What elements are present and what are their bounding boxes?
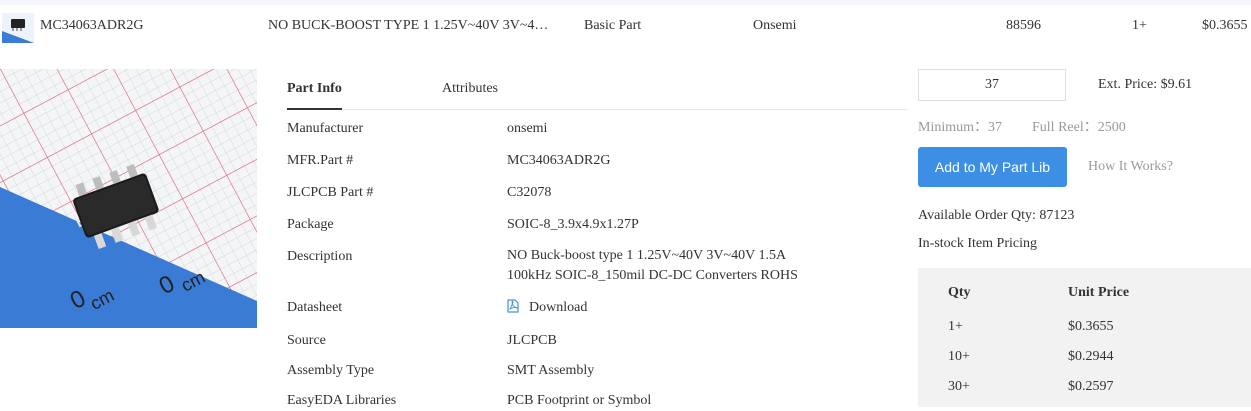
part-thumbnail[interactable] bbox=[2, 13, 34, 43]
ext-price: Ext. Price: $9.61 bbox=[1098, 77, 1193, 92]
quantity-input[interactable]: 37 bbox=[918, 69, 1066, 101]
add-to-part-lib-button[interactable]: Add to My Part Lib bbox=[918, 147, 1067, 187]
available-order-qty: Available Order Qty: 87123 bbox=[918, 208, 1075, 223]
price-row-qty: 1+ bbox=[948, 319, 963, 334]
price-row-price: $0.2597 bbox=[1068, 379, 1114, 394]
price-table-header-qty: Qty bbox=[948, 285, 971, 300]
price-table-header-unit-price: Unit Price bbox=[1068, 285, 1130, 300]
product-photo: LCSC 0 cm 0 cm bbox=[0, 69, 257, 328]
datasheet-link-text[interactable]: Download bbox=[529, 300, 587, 315]
description-line-2: 100kHz SOIC-8_150mil DC-DC Converters RO… bbox=[507, 268, 798, 283]
source-value: JLCPCB bbox=[507, 333, 557, 348]
stock-count: 88596 bbox=[1006, 18, 1041, 33]
active-tab-indicator bbox=[287, 108, 342, 110]
price-row-price: $0.3655 bbox=[1068, 319, 1114, 334]
mfr-part-value: MC34063ADR2G bbox=[507, 153, 611, 168]
manufacturer: Onsemi bbox=[753, 18, 797, 33]
min-qty: 1+ bbox=[1132, 18, 1147, 33]
jlcpcb-part-value: C32078 bbox=[507, 185, 552, 200]
assembly-type-label: Assembly Type bbox=[287, 363, 375, 378]
tab-attributes[interactable]: Attributes bbox=[442, 81, 498, 97]
price-row-price: $0.2944 bbox=[1068, 349, 1114, 364]
detail-tabs: Part Info Attributes bbox=[287, 70, 907, 110]
mfr-part-label: MFR.Part # bbox=[287, 153, 354, 168]
manufacturer-value: onsemi bbox=[507, 121, 548, 136]
minimum-qty: Minimum：37 bbox=[918, 120, 1003, 135]
assembly-type-value: SMT Assembly bbox=[507, 363, 595, 378]
search-result-row[interactable]: MC34063ADR2G NO BUCK-BOOST TYPE 1 1.25V~… bbox=[0, 5, 1251, 48]
part-number-link[interactable]: MC34063ADR2G bbox=[40, 18, 143, 34]
unit-price: $0.3655 bbox=[1202, 18, 1248, 33]
pdf-icon bbox=[507, 299, 519, 313]
datasheet-download-link[interactable]: Download bbox=[507, 298, 587, 318]
how-it-works-link[interactable]: How It Works? bbox=[1088, 159, 1173, 175]
datasheet-label: Datasheet bbox=[287, 300, 343, 315]
package-label: Package bbox=[287, 217, 334, 232]
manufacturer-label: Manufacturer bbox=[287, 121, 364, 136]
price-row-qty: 10+ bbox=[948, 349, 970, 364]
full-reel-qty: Full Reel：2500 bbox=[1032, 120, 1126, 135]
price-row-qty: 30+ bbox=[948, 379, 970, 394]
part-description: NO BUCK-BOOST TYPE 1 1.25V~40V 3V~4… bbox=[268, 18, 549, 33]
part-type: Basic Part bbox=[584, 18, 642, 33]
jlcpcb-part-label: JLCPCB Part # bbox=[287, 185, 374, 200]
description-label: Description bbox=[287, 249, 353, 264]
package-value: SOIC-8_3.9x4.9x1.27P bbox=[507, 217, 639, 232]
source-label: Source bbox=[287, 333, 326, 348]
description-line-1: NO Buck-boost type 1 1.25V~40V 3V~40V 1.… bbox=[507, 248, 787, 263]
instock-pricing-title: In-stock Item Pricing bbox=[918, 236, 1037, 251]
easyeda-link[interactable]: PCB Footprint or Symbol bbox=[507, 391, 651, 411]
price-table: Qty Unit Price 1+ $0.3655 10+ $0.2944 30… bbox=[918, 268, 1251, 407]
tab-part-info[interactable]: Part Info bbox=[287, 81, 342, 97]
